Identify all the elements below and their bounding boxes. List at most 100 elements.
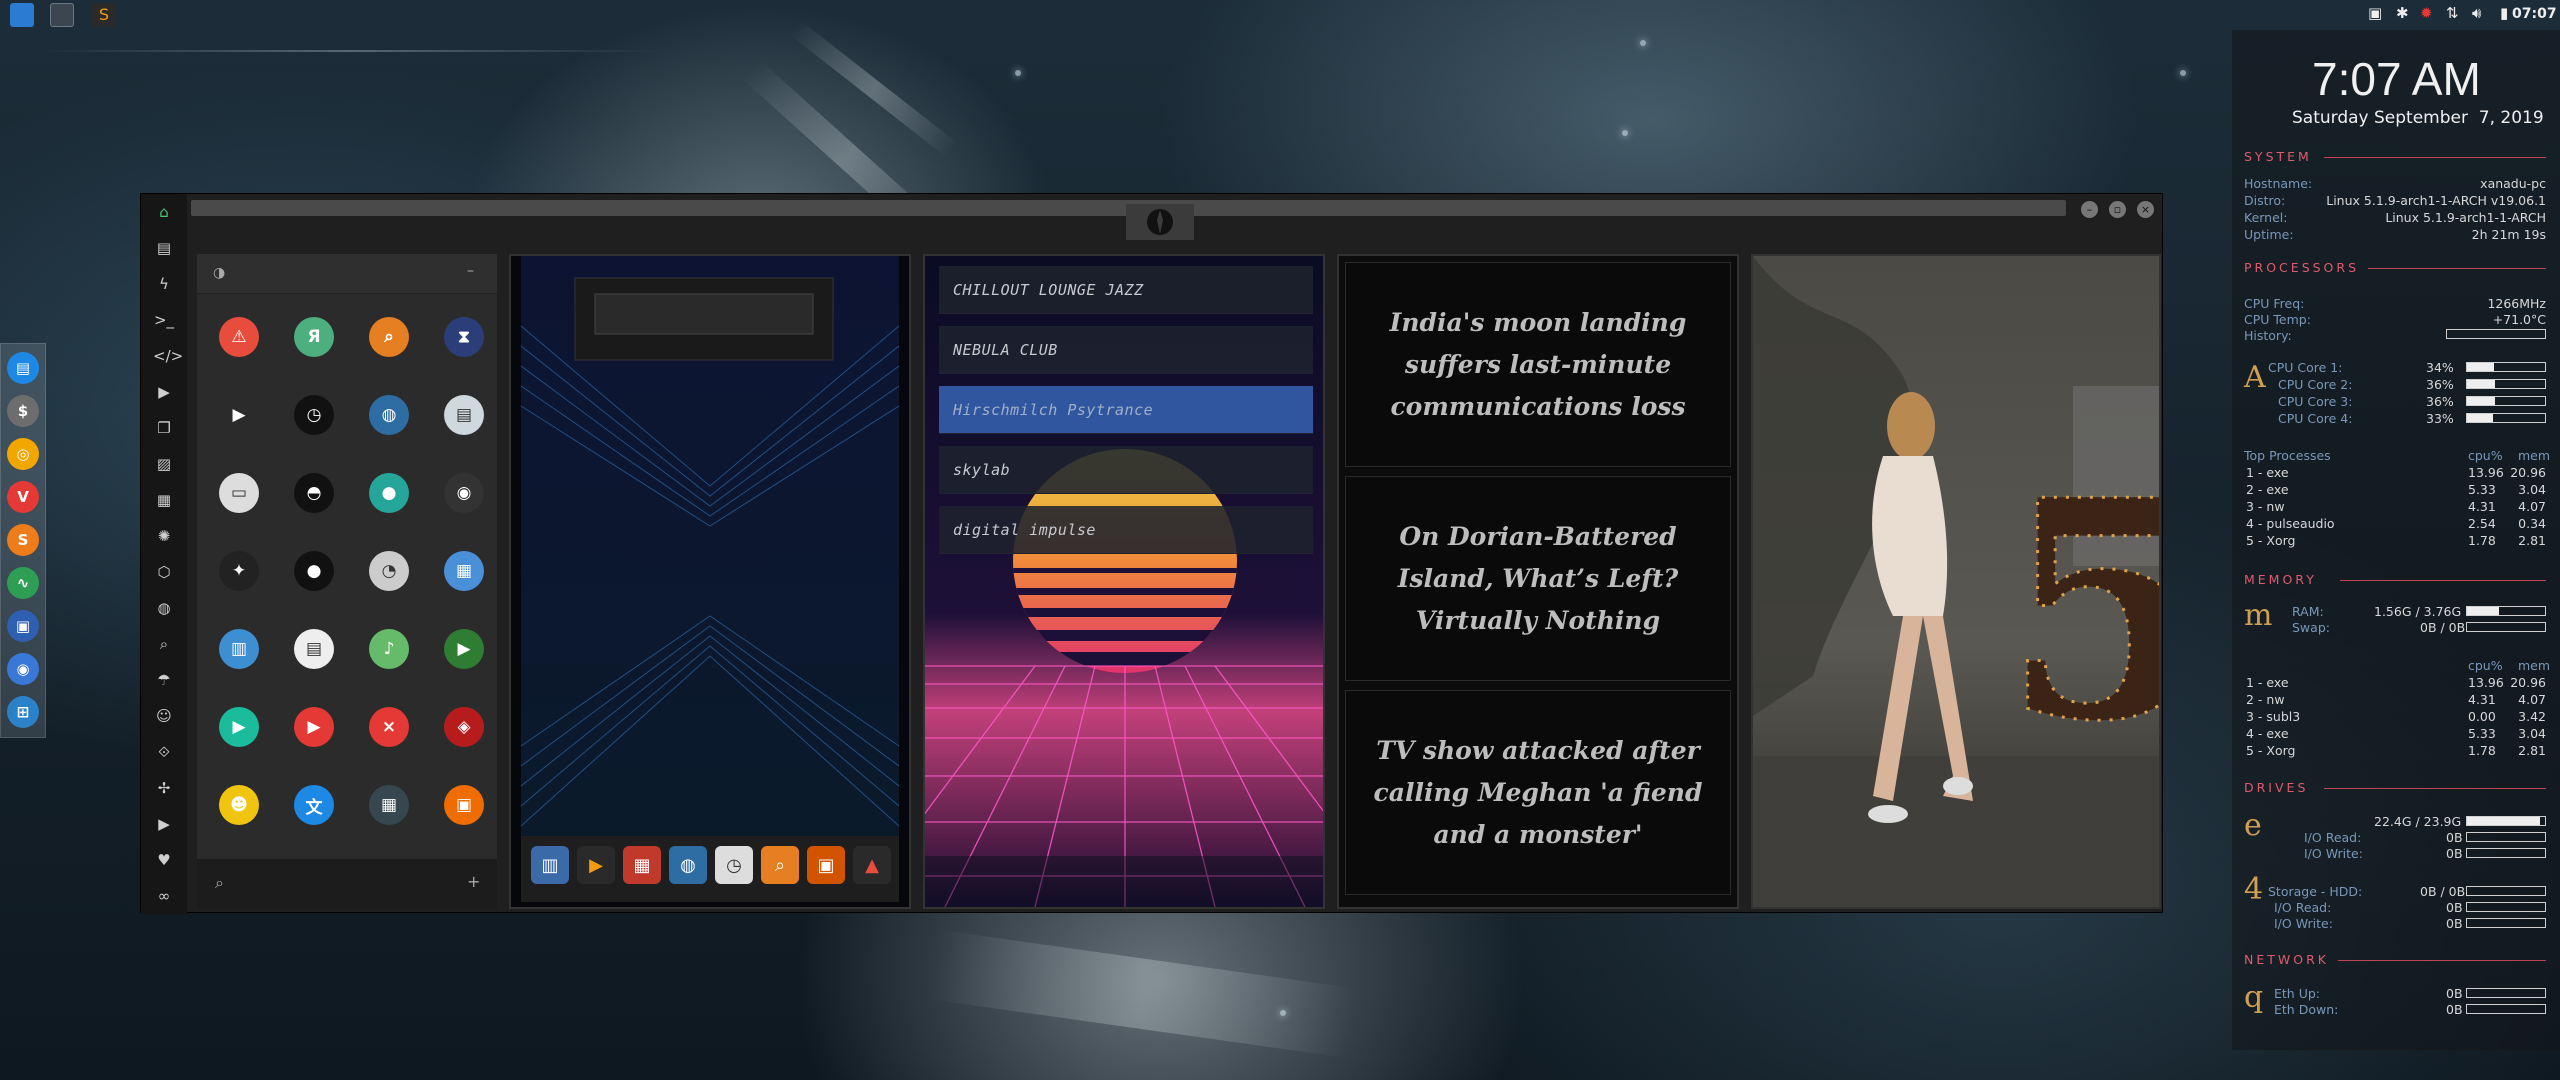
money-icon[interactable]: $ — [7, 395, 39, 427]
station-item[interactable]: skylab — [939, 446, 1313, 494]
youtube-app-icon[interactable]: ▶ — [294, 707, 334, 747]
play-icon[interactable]: ▶ — [153, 382, 175, 402]
storage-drive-value: 0B / 0B — [2420, 884, 2466, 899]
network-icon[interactable]: ⇅ — [2446, 4, 2459, 22]
music-app-icon[interactable]: ♪ — [369, 629, 409, 669]
settings-alert-icon[interactable]: ✹ — [2420, 4, 2433, 22]
storage-drive-glyph: 4 — [2244, 872, 2264, 907]
calculator-app-icon[interactable]: ▦ — [369, 785, 409, 825]
news-card[interactable]: TV show attacked after calling Meghan 'a… — [1345, 690, 1731, 895]
fashion-photo: 5 — [1753, 256, 2159, 907]
add-icon[interactable]: + — [467, 872, 480, 891]
vpn-app-icon[interactable]: ● — [369, 473, 409, 513]
contacts-icon[interactable]: ☺ — [153, 706, 175, 726]
maximize-button[interactable]: ▫ — [2109, 201, 2126, 218]
storage-app-icon[interactable]: ▤ — [444, 395, 484, 435]
globe-icon[interactable]: ◍ — [153, 598, 175, 618]
station-item[interactable]: digital impulse — [939, 506, 1313, 554]
cpu-temp-label: CPU Temp: — [2244, 312, 2311, 327]
umbrella-icon[interactable]: ☂ — [153, 670, 175, 690]
close-app-icon[interactable]: × — [369, 707, 409, 747]
browser-app-icon[interactable]: ◍ — [369, 395, 409, 435]
workspace-icon[interactable]: ⊞ — [7, 696, 39, 728]
taskbar-calendar-icon[interactable]: ▦ — [623, 846, 661, 884]
translate-app-icon[interactable]: 文 — [294, 785, 334, 825]
home-icon[interactable]: ⌂ — [153, 202, 175, 222]
root-write-value: 0B — [2446, 846, 2463, 861]
books-app-icon[interactable]: ▥ — [219, 629, 259, 669]
news-card[interactable]: On Dorian-Battered Island, What’s Left? … — [1345, 476, 1731, 681]
expand-icon[interactable]: ✢ — [153, 778, 175, 798]
root-read-label: I/O Read: — [2304, 830, 2362, 845]
vivaldi-icon[interactable]: V — [7, 481, 39, 513]
panel-clock[interactable]: 07:07 — [2512, 6, 2557, 22]
eth-up-label: Eth Up: — [2274, 986, 2320, 1001]
player-app-icon[interactable]: ▶ — [219, 707, 259, 747]
starfleet-app-icon[interactable]: ✦ — [219, 551, 259, 591]
heart-icon[interactable]: ♥ — [153, 850, 175, 870]
copy-icon[interactable]: ❐ — [153, 418, 175, 438]
deathstar-app-icon[interactable]: ● — [294, 551, 334, 591]
notes-app-icon[interactable]: ▤ — [294, 629, 334, 669]
search-app-icon[interactable]: ⌕ — [369, 317, 409, 357]
taskbar-clock-icon[interactable]: ◷ — [715, 846, 753, 884]
clock-app-icon[interactable]: ◷ — [294, 395, 334, 435]
taskbar-image-viewer-icon[interactable]: ▣ — [807, 846, 845, 884]
ironman-app-icon[interactable]: ◈ — [444, 707, 484, 747]
warning-icon[interactable]: ⚠ — [219, 317, 259, 357]
code-icon[interactable]: </> — [153, 346, 183, 366]
top-process-mem: 4.07 — [2518, 499, 2546, 514]
file-manager-icon[interactable] — [10, 3, 34, 27]
moon-app-icon[interactable]: ◔ — [369, 551, 409, 591]
news-icon[interactable]: ▦ — [153, 490, 175, 510]
terminal-app-icon[interactable]: ▶ — [219, 395, 259, 435]
screenshot-tray-icon[interactable]: ▣ — [2368, 4, 2382, 22]
bluetooth-icon[interactable]: ✱ — [2396, 4, 2409, 22]
window-app-icon[interactable]: ▭ — [219, 473, 259, 513]
chain-icon[interactable]: ∞ — [153, 886, 175, 906]
volume-icon[interactable]: 🔊︎ — [2472, 4, 2481, 22]
screenshot-icon[interactable]: ▣ — [7, 610, 39, 642]
taskbar-terminal-icon[interactable]: ▶ — [577, 846, 615, 884]
terminal-icon[interactable]: >_ — [153, 310, 175, 330]
photos-app-icon[interactable]: ▣ — [444, 785, 484, 825]
hexagon-icon[interactable]: ⬡ — [153, 562, 175, 582]
cpu-glyph: A — [2244, 360, 2266, 395]
sublime-text-launcher-icon[interactable]: S — [92, 3, 116, 27]
station-item[interactable]: CHILLOUT LOUNGE JAZZ — [939, 266, 1313, 314]
video-app-icon[interactable]: ▶ — [444, 629, 484, 669]
news-card[interactable]: India's moon landing suffers last-minute… — [1345, 262, 1731, 467]
search-icon[interactable]: ⌕ — [215, 873, 224, 893]
search-icon[interactable]: ⌕ — [153, 634, 175, 654]
taskbar-browser-icon[interactable]: ◍ — [669, 846, 707, 884]
yandex-icon[interactable]: Я — [294, 317, 334, 357]
station-item[interactable]: NEBULA CLUB — [939, 326, 1313, 374]
github-app-icon[interactable]: ◉ — [444, 473, 484, 513]
ubuntu-icon[interactable]: ◎ — [7, 438, 39, 470]
battery-icon[interactable]: ▮ — [2500, 4, 2508, 22]
files-icon[interactable]: ▤ — [7, 352, 39, 384]
settings-icon[interactable]: ✺ — [153, 526, 175, 546]
close-button[interactable]: × — [2137, 201, 2154, 218]
maps-app-icon[interactable]: ▦ — [444, 551, 484, 591]
taskbar-search-icon[interactable]: ⌕ — [761, 846, 799, 884]
lightning-icon[interactable]: ϟ — [153, 274, 175, 294]
taskbar-mixer-icon[interactable]: ▥ — [531, 846, 569, 884]
theme-toggle-icon[interactable]: ◑ — [213, 265, 225, 281]
chromium-icon[interactable]: ◉ — [7, 653, 39, 685]
image-icon[interactable]: ▨ — [153, 454, 175, 474]
youtube-icon[interactable]: ▶ — [153, 814, 175, 834]
c3po-app-icon[interactable]: ☻ — [219, 785, 259, 825]
vr-app-icon[interactable]: ◓ — [294, 473, 334, 513]
minimize-button[interactable]: – — [2081, 201, 2098, 218]
station-item[interactable]: Hirschmilch Psytrance — [939, 386, 1313, 434]
terminal-launcher-icon[interactable] — [50, 3, 74, 27]
taskbar-arch-icon[interactable]: ▲ — [853, 846, 891, 884]
link-icon[interactable]: ⟐ — [153, 742, 175, 762]
collapse-icon[interactable]: – — [467, 263, 474, 279]
top-process-cpu: 2.54 — [2468, 516, 2496, 531]
document-icon[interactable]: ▤ — [153, 238, 175, 258]
hourglass-icon[interactable]: ⧗ — [444, 317, 484, 357]
sublime-icon[interactable]: S — [7, 524, 39, 556]
system-monitor-icon[interactable]: ∿ — [7, 567, 39, 599]
